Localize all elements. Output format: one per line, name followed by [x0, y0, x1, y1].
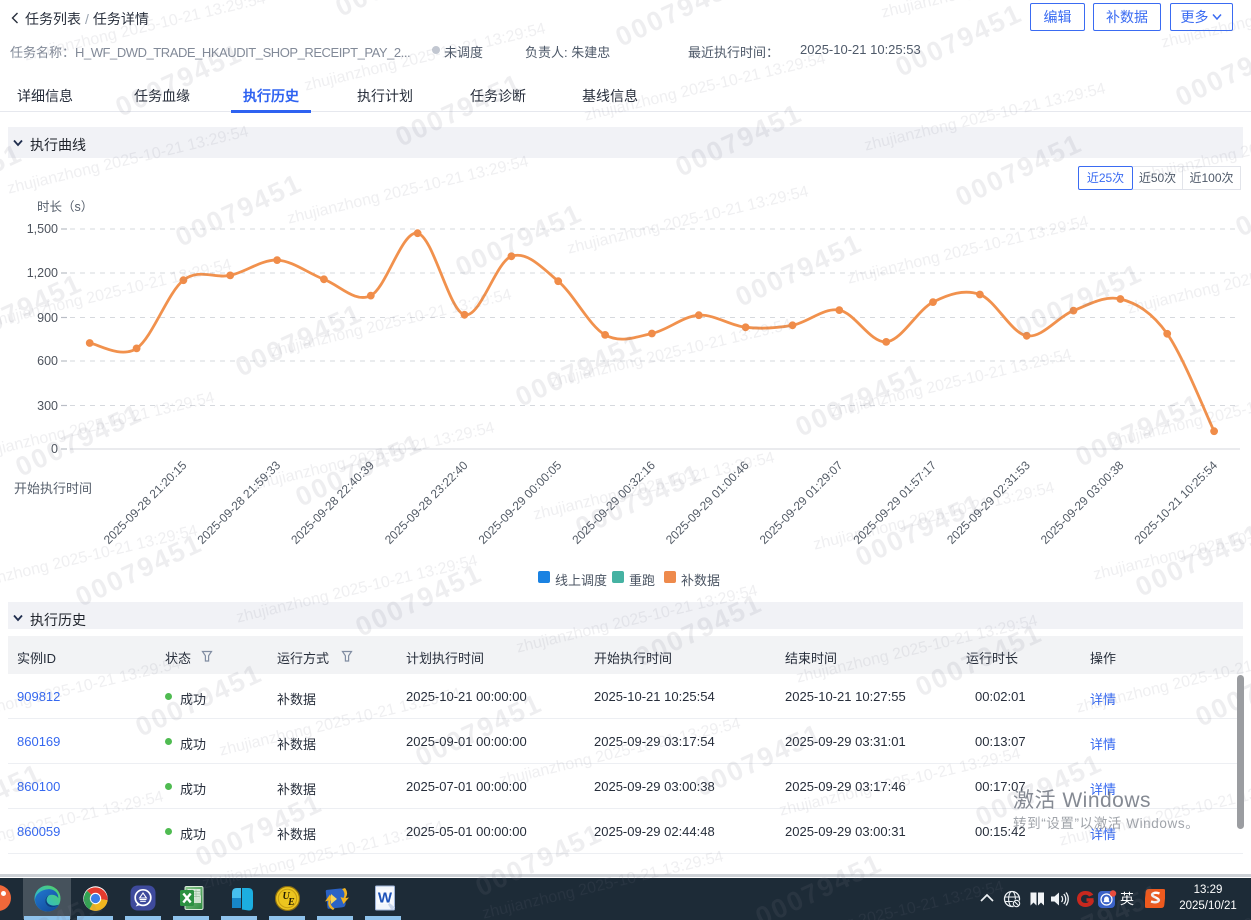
svg-text:2025-09-28 23:22:40: 2025-09-28 23:22:40	[382, 458, 471, 547]
svg-text:2025-09-28 22:40:39: 2025-09-28 22:40:39	[288, 458, 377, 547]
svg-text:2025-10-21 10:25:54: 2025-10-21 10:25:54	[1132, 458, 1221, 547]
svg-text:2025-09-29 00:00:05: 2025-09-29 00:00:05	[476, 458, 565, 547]
svg-text:2025-09-29 02:31:53: 2025-09-29 02:31:53	[944, 458, 1033, 547]
svg-text:2025-09-29 03:00:38: 2025-09-29 03:00:38	[1038, 458, 1127, 547]
svg-text:2025-09-29 00:32:16: 2025-09-29 00:32:16	[569, 458, 658, 547]
svg-text:W: W	[378, 890, 393, 907]
svg-text:2025-09-29 01:00:46: 2025-09-29 01:00:46	[663, 458, 752, 547]
svg-text:2025-09-29 01:29:07: 2025-09-29 01:29:07	[757, 458, 846, 547]
svg-text:E: E	[287, 897, 295, 908]
svg-text:2025-09-29 01:57:17: 2025-09-29 01:57:17	[850, 458, 939, 547]
svg-text:2025-09-28 21:59:33: 2025-09-28 21:59:33	[195, 458, 284, 547]
svg-text:2025-09-28 21:20:15: 2025-09-28 21:20:15	[101, 458, 190, 547]
